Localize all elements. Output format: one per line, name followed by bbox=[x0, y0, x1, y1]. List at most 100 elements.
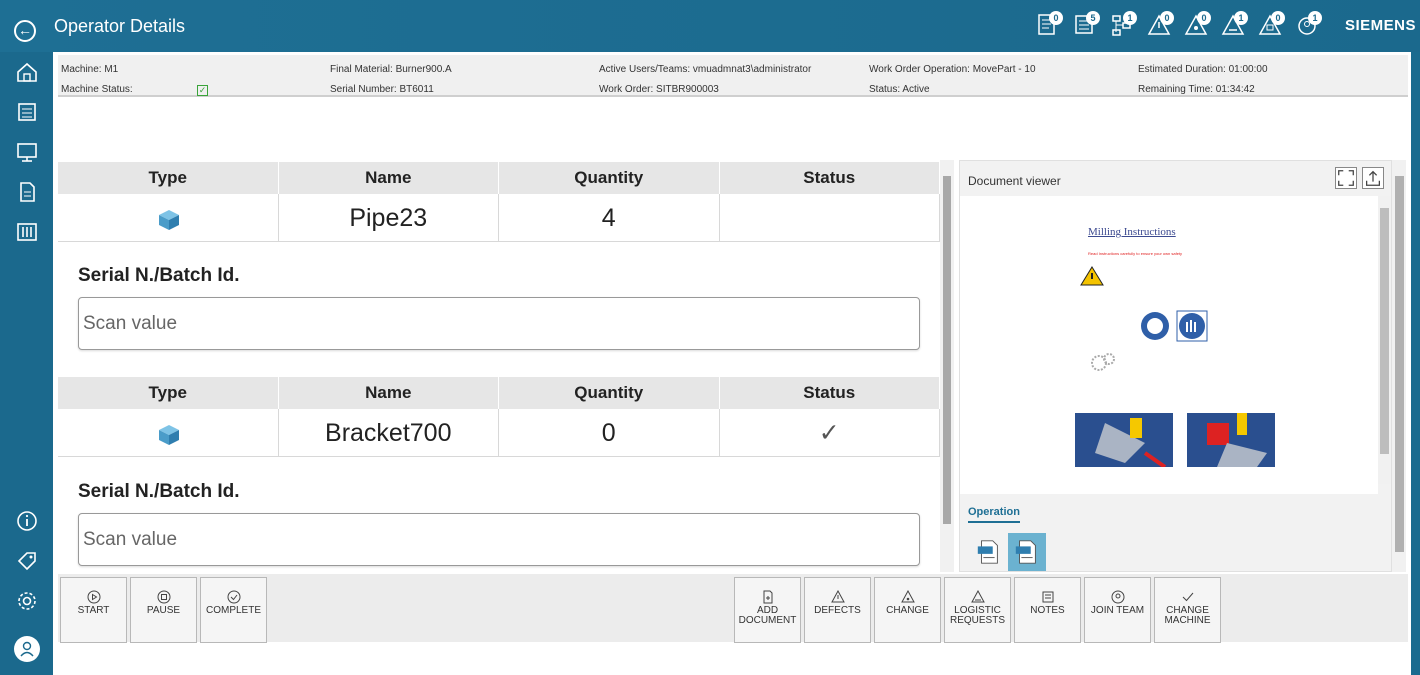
work-order-label: Work Order: SITBR900003 bbox=[599, 84, 719, 95]
complete-label: COMPLETE bbox=[205, 605, 261, 616]
logistic-requests-button[interactable]: LOGISTIC REQUESTS bbox=[944, 577, 1011, 643]
type-cell bbox=[58, 409, 279, 456]
brand-logo: SIEMENS bbox=[1345, 17, 1417, 34]
notes-button[interactable]: NOTES bbox=[1014, 577, 1081, 643]
start-label: START bbox=[77, 605, 110, 616]
add-document-label: ADD DOCUMENT bbox=[738, 605, 797, 626]
table-header: Type Name Quantity Status bbox=[58, 377, 940, 409]
check-circle-icon bbox=[227, 590, 241, 604]
workflow-icon[interactable]: 1 bbox=[1110, 10, 1137, 40]
notification-icons: 0 5 1 0 0 1 0 1 bbox=[1036, 10, 1322, 40]
logistic-icon bbox=[971, 590, 985, 603]
quantity-cell: 4 bbox=[499, 194, 720, 241]
machine-label: Machine: M1 bbox=[61, 64, 119, 75]
defects-alert-icon[interactable]: 0 bbox=[1147, 10, 1174, 40]
document-canvas[interactable]: Milling Instructions Read Instructions c… bbox=[960, 196, 1378, 494]
safety-helmet-icon bbox=[1141, 312, 1169, 340]
column-status: Status bbox=[720, 377, 940, 409]
type-cell bbox=[58, 194, 279, 241]
defects-button[interactable]: DEFECTS bbox=[804, 577, 871, 643]
gear-icon[interactable] bbox=[16, 590, 38, 612]
machine-status-label: Machine Status: bbox=[61, 84, 133, 95]
team-icon bbox=[1111, 590, 1125, 604]
change-machine-button[interactable]: CHANGE MACHINE bbox=[1154, 577, 1221, 643]
back-arrow-icon[interactable]: ← bbox=[14, 20, 36, 42]
document-icon[interactable] bbox=[16, 181, 38, 203]
warning-icon bbox=[1080, 266, 1104, 286]
material-table: Type Name Quantity Status Pipe23 4 bbox=[58, 162, 940, 242]
start-button[interactable]: START bbox=[60, 577, 127, 643]
column-name: Name bbox=[279, 377, 499, 409]
wo-operation-label: Work Order Operation: MovePart - 10 bbox=[869, 64, 1036, 75]
pdf-file-icon[interactable] bbox=[1008, 533, 1046, 571]
change-button[interactable]: CHANGE bbox=[874, 577, 941, 643]
pause-button[interactable]: PAUSE bbox=[130, 577, 197, 643]
play-icon bbox=[87, 590, 101, 604]
notes-icon bbox=[1042, 591, 1054, 603]
table-row[interactable]: Bracket700 0 ✓ bbox=[58, 409, 940, 457]
action-toolbar: START PAUSE COMPLETE ADD DOCUMENT DEFECT… bbox=[58, 574, 1408, 643]
badge: 1 bbox=[1234, 11, 1248, 25]
info-icon[interactable] bbox=[16, 510, 38, 532]
monitor-icon[interactable] bbox=[16, 141, 38, 163]
serial-batch-label: Serial N./Batch Id. bbox=[78, 265, 240, 286]
complete-button[interactable]: COMPLETE bbox=[200, 577, 267, 643]
defects-label: DEFECTS bbox=[814, 605, 861, 616]
page-title: Operator Details bbox=[54, 16, 186, 36]
document-warning: Read Instructions carefully to ensure yo… bbox=[1088, 251, 1183, 256]
page-scrollbar[interactable] bbox=[1392, 160, 1406, 572]
remaining-time-label: Remaining Time: 01:34:42 bbox=[1138, 84, 1255, 95]
table-row[interactable]: Pipe23 4 bbox=[58, 194, 940, 242]
estimated-duration-label: Estimated Duration: 01:00:00 bbox=[1138, 64, 1268, 75]
document-scrollbar[interactable] bbox=[1378, 196, 1391, 484]
name-cell: Pipe23 bbox=[279, 194, 499, 241]
top-bar: ← Operator Details 0 5 1 0 0 1 0 1 SIEME… bbox=[0, 0, 1420, 52]
document-viewer: Document viewer Milling Instructions Rea… bbox=[959, 160, 1392, 572]
user-avatar-icon[interactable] bbox=[14, 636, 40, 662]
scan-input[interactable] bbox=[78, 513, 920, 566]
pdf-file-icon[interactable] bbox=[970, 533, 1008, 571]
quantity-cell: 0 bbox=[499, 409, 720, 456]
scan-input[interactable] bbox=[78, 297, 920, 350]
join-team-label: JOIN TEAM bbox=[1090, 605, 1145, 616]
add-document-button[interactable]: ADD DOCUMENT bbox=[734, 577, 801, 643]
pause-icon bbox=[157, 590, 171, 604]
fullscreen-icon[interactable] bbox=[1335, 167, 1357, 189]
defects-icon bbox=[831, 590, 845, 603]
table-header: Type Name Quantity Status bbox=[58, 162, 940, 194]
status-cell bbox=[720, 194, 940, 241]
tags-icon[interactable] bbox=[16, 550, 38, 572]
changes-alert-icon[interactable]: 0 bbox=[1184, 10, 1211, 40]
home-icon[interactable] bbox=[16, 61, 38, 83]
orders-icon[interactable] bbox=[16, 101, 38, 123]
tab-operation[interactable]: Operation bbox=[968, 506, 1020, 523]
upload-icon[interactable] bbox=[1362, 167, 1384, 189]
machine-status-check-icon: ✓ bbox=[197, 85, 208, 96]
scrollbar-thumb[interactable] bbox=[1380, 208, 1389, 454]
status-checkmark-icon: ✓ bbox=[720, 409, 940, 456]
badge: 5 bbox=[1086, 11, 1100, 25]
material-table: Type Name Quantity Status Bracket700 0 ✓ bbox=[58, 377, 940, 457]
join-team-button[interactable]: JOIN TEAM bbox=[1084, 577, 1151, 643]
cube-icon bbox=[159, 210, 179, 230]
pause-label: PAUSE bbox=[146, 605, 181, 616]
logistic-alert-icon[interactable]: 1 bbox=[1221, 10, 1248, 40]
team-alert-icon[interactable]: 1 bbox=[1295, 10, 1322, 40]
materials-scrollbar[interactable] bbox=[940, 160, 954, 572]
scrollbar-thumb[interactable] bbox=[1395, 176, 1404, 552]
change-label: CHANGE bbox=[886, 605, 929, 616]
column-type: Type bbox=[58, 162, 279, 194]
info-strip: Machine: M1 Machine Status: ✓ Final Mate… bbox=[58, 55, 1408, 97]
scrollbar-thumb[interactable] bbox=[943, 176, 951, 524]
notes-alert-icon[interactable]: 0 bbox=[1258, 10, 1285, 40]
documents-icon[interactable]: 0 bbox=[1036, 10, 1063, 40]
badge: 0 bbox=[1049, 11, 1063, 25]
column-type: Type bbox=[58, 377, 279, 409]
notes-label: NOTES bbox=[1030, 605, 1065, 616]
sliders-icon[interactable] bbox=[16, 221, 38, 243]
badge: 0 bbox=[1197, 11, 1211, 25]
sidebar bbox=[0, 52, 53, 675]
add-document-icon bbox=[763, 590, 773, 604]
gears-icon bbox=[1091, 353, 1115, 371]
work-instructions-icon[interactable]: 5 bbox=[1073, 10, 1100, 40]
